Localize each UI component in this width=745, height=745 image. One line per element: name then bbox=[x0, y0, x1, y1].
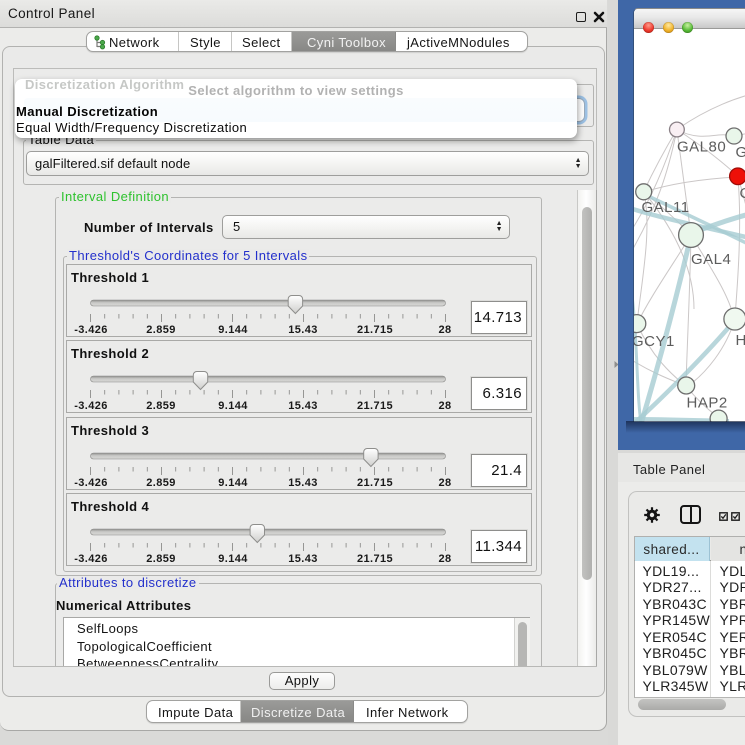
svg-text:C: C bbox=[740, 185, 745, 202]
svg-text:GAL80: GAL80 bbox=[677, 139, 726, 156]
svg-text:GAL11: GAL11 bbox=[642, 199, 690, 216]
svg-text:GCY1: GCY1 bbox=[634, 333, 675, 350]
svg-text:HAP2: HAP2 bbox=[687, 395, 728, 412]
svg-text:GA: GA bbox=[736, 144, 745, 161]
svg-text:GAL4: GAL4 bbox=[691, 251, 731, 268]
svg-text:H: H bbox=[736, 332, 745, 349]
